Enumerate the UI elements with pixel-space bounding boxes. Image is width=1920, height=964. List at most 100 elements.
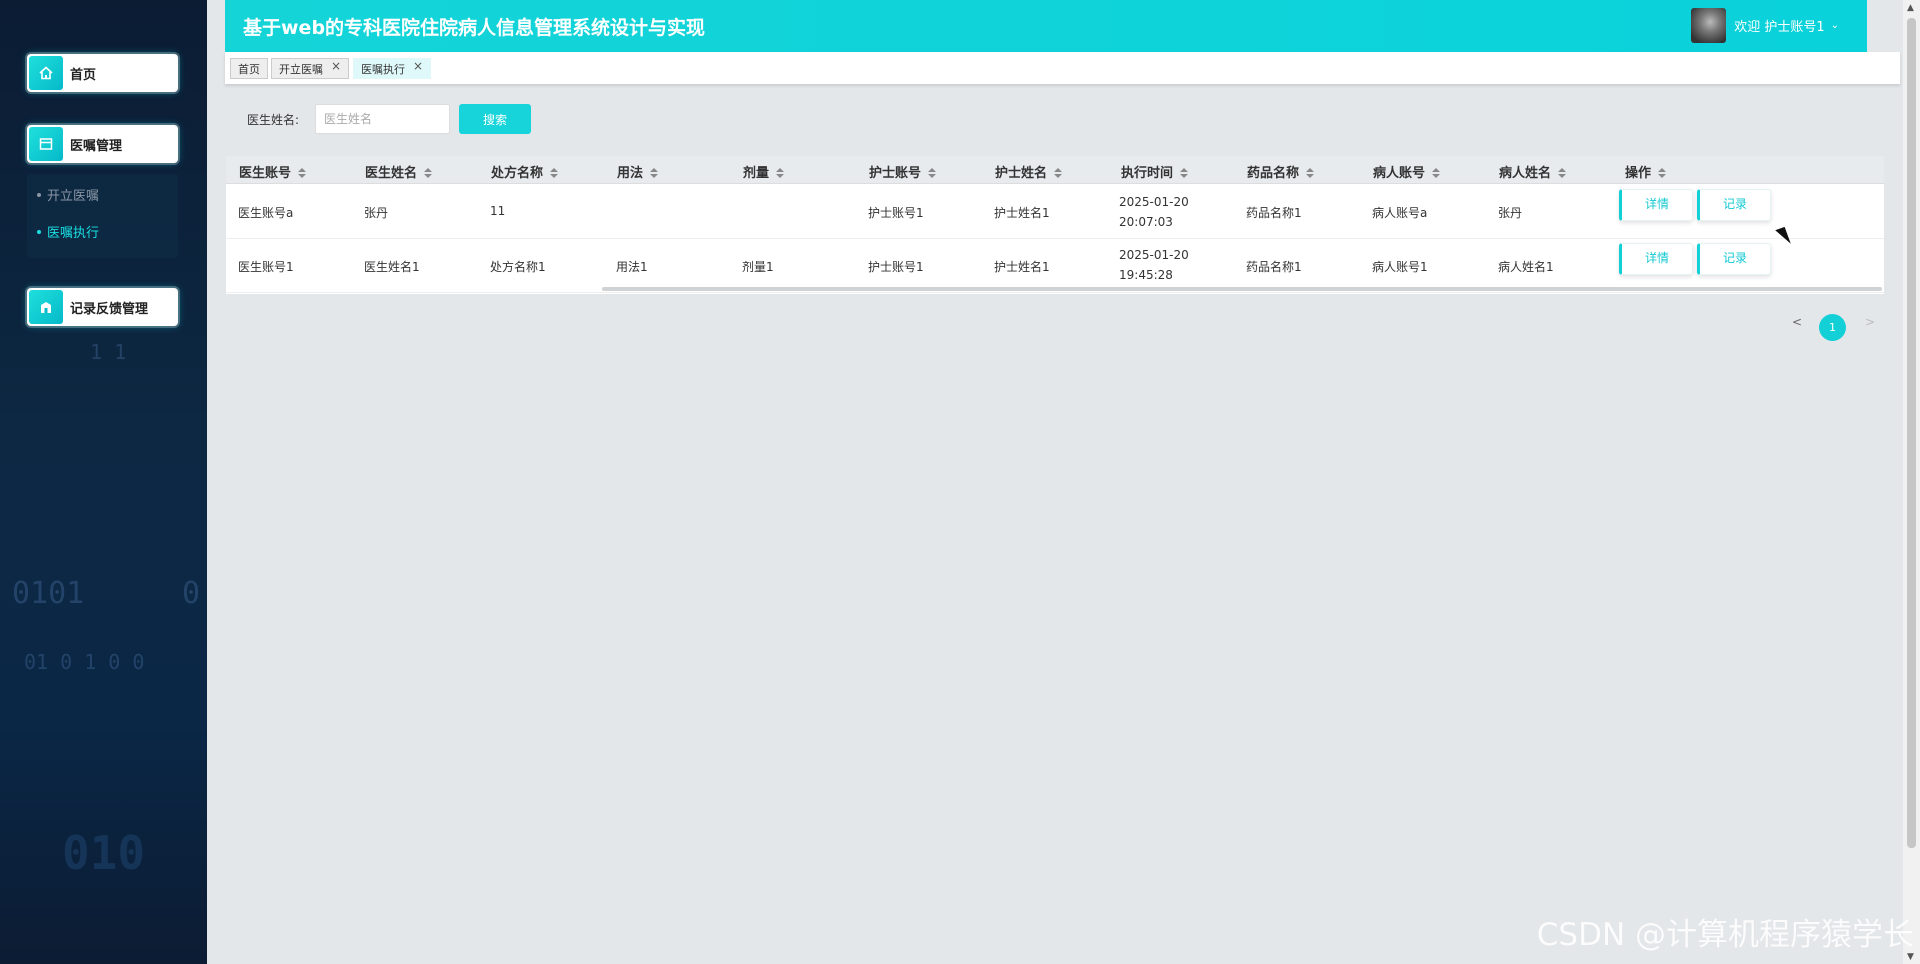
- scroll-up-arrow-icon[interactable]: ▲: [1907, 3, 1914, 13]
- cell-doctor-account: 医生账号a: [238, 206, 294, 220]
- sidebar-decoration: 1 1: [90, 340, 127, 364]
- menu-orders-label: 医嘱管理: [70, 138, 123, 154]
- tab-execute-order[interactable]: 医嘱执行 ×: [353, 58, 432, 79]
- app-title: 基于web的专科医院住院病人信息管理系统设计与实现: [243, 17, 706, 39]
- table-header: 医生账号 医生姓名 处方名称 用法 剂量 护士账号 护士姓名 执行时间 药品名称…: [226, 156, 1884, 184]
- orders-submenu: 开立医嘱 医嘱执行: [27, 174, 178, 258]
- menu-home-button[interactable]: 首页: [27, 54, 178, 92]
- submenu-item-create-order[interactable]: 开立医嘱: [37, 185, 99, 204]
- menu-home-label: 首页: [70, 67, 97, 83]
- cell-patient-account: 病人账号1: [1372, 260, 1428, 274]
- cell-prescription-name: 11: [490, 204, 506, 218]
- table-row: 医生账号a 张丹 11 护士账号1 护士姓名1 2025-01-20 20:07…: [226, 185, 1884, 239]
- detail-button[interactable]: 详情: [1619, 243, 1693, 275]
- column-header[interactable]: 处方名称: [491, 162, 559, 181]
- menu-feedback-button[interactable]: 记录反馈管理: [27, 288, 178, 326]
- cell-doctor-name: 张丹: [364, 206, 389, 220]
- orders-table: 医生账号 医生姓名 处方名称 用法 剂量 护士账号 护士姓名 执行时间 药品名称…: [226, 156, 1884, 294]
- pagination-prev-button[interactable]: <: [1792, 315, 1802, 329]
- building-icon: [29, 290, 63, 324]
- column-header[interactable]: 医生姓名: [365, 162, 433, 181]
- search-label: 医生姓名:: [247, 113, 300, 127]
- menu-orders-button[interactable]: 医嘱管理: [27, 125, 178, 163]
- sidebar-decoration: 0101: [12, 576, 85, 611]
- tab-home[interactable]: 首页: [230, 58, 268, 79]
- watermark: CSDN @计算机程序猿学长: [1536, 917, 1914, 953]
- table-horizontal-scrollbar[interactable]: [602, 287, 1882, 291]
- search-button[interactable]: 搜索: [459, 104, 531, 134]
- sort-icon: [1054, 168, 1063, 178]
- cell-prescription-name: 处方名称1: [490, 260, 546, 274]
- sort-icon: [298, 168, 307, 178]
- cell-patient-name: 病人姓名1: [1498, 260, 1554, 274]
- sidebar-decoration: 01 0 1 0 0: [24, 650, 145, 674]
- pagination-current-page[interactable]: 1: [1819, 314, 1846, 341]
- cell-patient-name: 张丹: [1498, 206, 1523, 220]
- record-button[interactable]: 记录: [1697, 243, 1771, 275]
- column-header[interactable]: 用法: [617, 162, 659, 181]
- column-header[interactable]: 病人账号: [1373, 162, 1441, 181]
- cell-exec-time: 2025-01-20 20:07:03: [1119, 195, 1189, 229]
- chevron-down-icon: ⌄: [1830, 20, 1839, 31]
- submenu-item-label: 开立医嘱: [47, 189, 100, 204]
- cell-nurse-account: 护士账号1: [868, 260, 924, 274]
- document-icon: [29, 127, 63, 161]
- sort-icon: [1432, 168, 1441, 178]
- column-header[interactable]: 病人姓名: [1499, 162, 1567, 181]
- tab-label: 开立医嘱: [279, 62, 323, 76]
- cell-nurse-name: 护士姓名1: [994, 260, 1050, 274]
- table-row: 医生账号1 医生姓名1 处方名称1 用法1 剂量1 护士账号1 护士姓名1 20…: [226, 239, 1884, 293]
- cell-doctor-account: 医生账号1: [238, 260, 294, 274]
- bullet-icon: [37, 192, 41, 197]
- cell-nurse-account: 护士账号1: [868, 206, 924, 220]
- cell-nurse-name: 护士姓名1: [994, 206, 1050, 220]
- top-header: 基于web的专科医院住院病人信息管理系统设计与实现 欢迎 护士账号1 ⌄: [225, 0, 1867, 52]
- cell-drug-name: 药品名称1: [1246, 206, 1302, 220]
- close-icon[interactable]: ×: [331, 59, 341, 73]
- cell-exec-time: 2025-01-20 19:45:28: [1119, 248, 1189, 282]
- column-header[interactable]: 护士姓名: [995, 162, 1063, 181]
- detail-button[interactable]: 详情: [1619, 189, 1693, 221]
- sort-icon: [1558, 168, 1567, 178]
- sidebar-decoration: 010: [62, 826, 146, 880]
- cell-doctor-name: 医生姓名1: [364, 260, 420, 274]
- cell-usage: 用法1: [616, 260, 648, 274]
- sort-icon: [424, 168, 433, 178]
- pagination-next-button[interactable]: >: [1865, 315, 1875, 329]
- sort-icon: [1180, 168, 1189, 178]
- record-button[interactable]: 记录: [1697, 189, 1771, 221]
- sort-icon: [650, 168, 659, 178]
- tab-label: 医嘱执行: [361, 62, 405, 76]
- column-header[interactable]: 剂量: [743, 162, 785, 181]
- submenu-item-label: 医嘱执行: [47, 226, 100, 241]
- sort-icon: [550, 168, 559, 178]
- sidebar-decoration: 0: [182, 576, 201, 611]
- welcome-text: 欢迎 护士账号1: [1734, 20, 1825, 35]
- submenu-item-execute-order[interactable]: 医嘱执行: [37, 222, 99, 241]
- avatar: [1691, 8, 1727, 43]
- sidebar: 1 1 0101 0 01 0 1 0 0 010 首页 医嘱管理 开立医嘱 医…: [0, 0, 207, 964]
- doctor-name-search-input[interactable]: [315, 104, 450, 134]
- cell-dosage: 剂量1: [742, 260, 774, 274]
- tab-create-order[interactable]: 开立医嘱 ×: [271, 58, 350, 79]
- home-icon: [29, 56, 63, 90]
- close-icon[interactable]: ×: [413, 59, 423, 73]
- sort-icon: [1306, 168, 1315, 178]
- column-header[interactable]: 医生账号: [239, 162, 307, 181]
- cell-patient-account: 病人账号a: [1372, 206, 1428, 220]
- sort-icon: [776, 168, 785, 178]
- sort-icon: [1658, 168, 1667, 178]
- column-header[interactable]: 护士账号: [869, 162, 937, 181]
- column-header[interactable]: 执行时间: [1121, 162, 1189, 181]
- page-vertical-scrollbar[interactable]: ▲ ▼: [1903, 0, 1920, 964]
- bullet-icon: [37, 229, 41, 234]
- sort-icon: [928, 168, 937, 178]
- tabs-bar: 首页 开立医嘱 × 医嘱执行 ×: [225, 52, 1900, 84]
- user-menu[interactable]: 欢迎 护士账号1 ⌄: [1691, 8, 1839, 43]
- tab-label: 首页: [238, 62, 260, 76]
- column-header[interactable]: 药品名称: [1247, 162, 1315, 181]
- column-header[interactable]: 操作: [1625, 162, 1667, 181]
- scroll-thumb[interactable]: [1907, 18, 1916, 848]
- menu-feedback-label: 记录反馈管理: [70, 301, 149, 317]
- cell-drug-name: 药品名称1: [1246, 260, 1302, 274]
